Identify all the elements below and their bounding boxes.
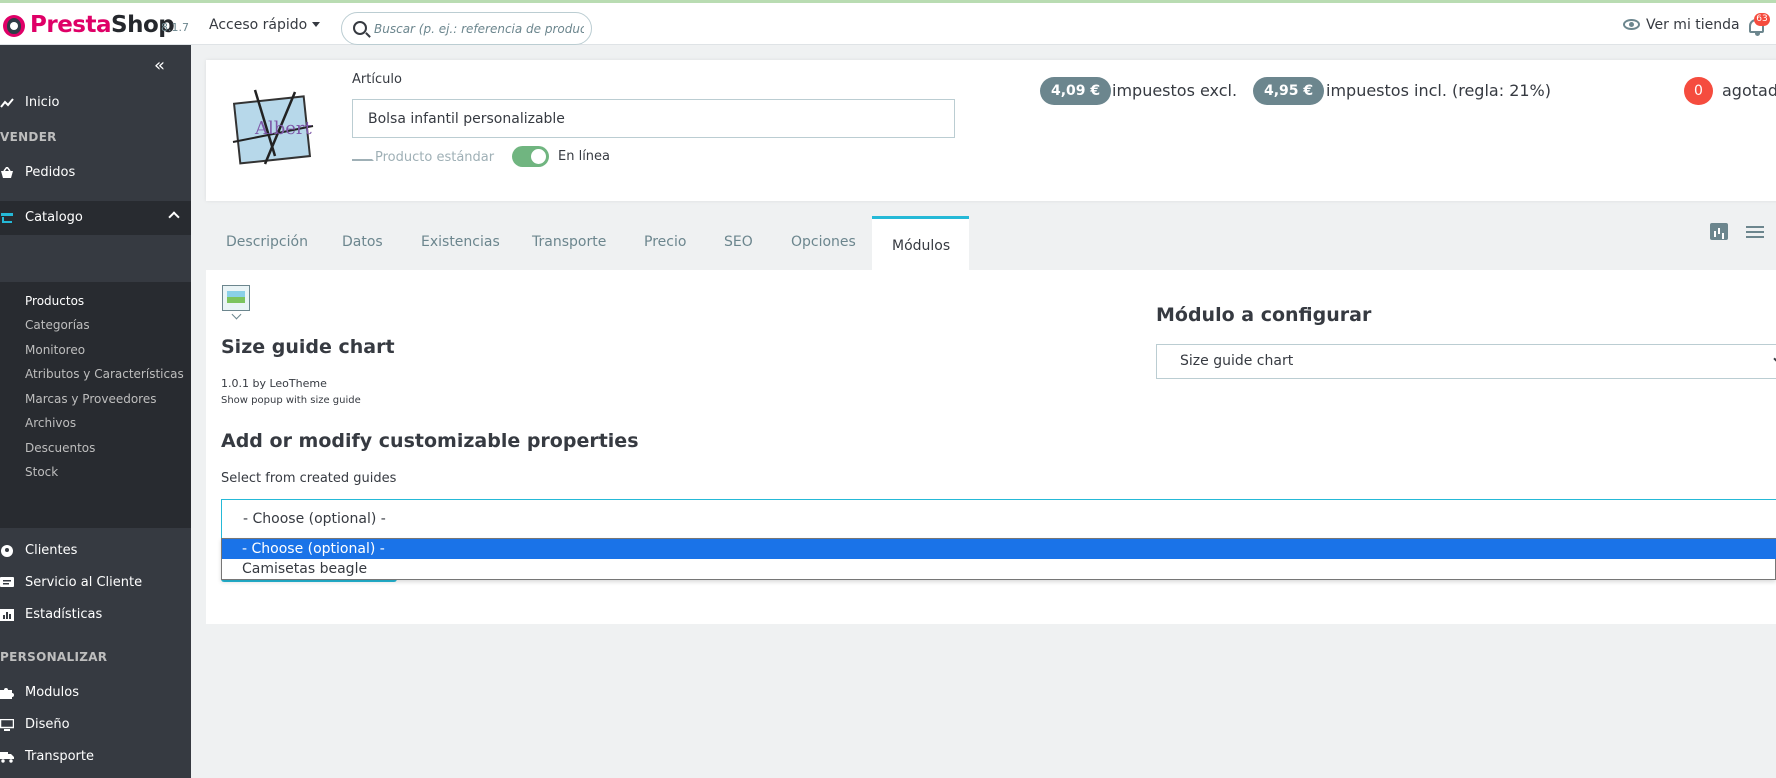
tab-modulos-label: Módulos: [892, 238, 951, 254]
view-shop-label: Ver mi tienda: [1646, 17, 1740, 33]
user-circle-icon: [1, 545, 13, 557]
configure-module-title: Módulo a configurar: [1156, 304, 1372, 326]
sidebar-item-diseno[interactable]: Diseño: [0, 710, 191, 740]
option-choose[interactable]: - Choose (optional) -: [222, 539, 1776, 559]
sidebar-item-servicio[interactable]: Servicio al Cliente: [0, 568, 191, 598]
sidebar-item-label: Servicio al Cliente: [25, 575, 143, 590]
sidebar-item-label: Clientes: [25, 543, 78, 558]
configure-module-value: Size guide chart: [1180, 353, 1294, 369]
sidebar-item-label: Catalogo: [25, 210, 83, 225]
sidebar-item-label: Transporte: [25, 749, 94, 764]
eye-icon: [1623, 19, 1640, 30]
caret-down-icon: [312, 22, 321, 27]
chart-icon[interactable]: [1710, 223, 1728, 240]
module-version: 1.0.1 by LeoTheme: [221, 377, 327, 390]
product-type-label: Producto estándar: [375, 150, 495, 165]
top-bar: PrestaShop 8.1.7 Acceso rápido Ver mi ti…: [0, 0, 1776, 45]
sidebar-item-label: Pedidos: [25, 165, 76, 180]
tab-opciones[interactable]: Opciones: [791, 234, 856, 250]
sidebar-item-label: Modulos: [25, 685, 79, 700]
sidebar-item-label: Inicio: [25, 95, 60, 110]
price-excl-label: impuestos excl.: [1112, 81, 1238, 100]
sidebar-item-estadisticas[interactable]: Estadísticas: [0, 600, 191, 630]
stock-badge: 0: [1684, 77, 1713, 105]
tab-precio[interactable]: Precio: [644, 234, 686, 250]
search-box[interactable]: [341, 12, 592, 45]
guide-select[interactable]: - Choose (optional) -: [221, 499, 1776, 539]
catalog-submenu: Productos Categorías Monitoreo Atributos…: [0, 282, 191, 528]
stock-label: agotad: [1722, 81, 1776, 100]
add-properties-title: Add or modify customizable properties: [221, 430, 639, 452]
submenu-item-monitoreo[interactable]: Monitoreo: [25, 343, 85, 357]
submenu-item-descuentos[interactable]: Descuentos: [25, 441, 95, 455]
product-type[interactable]: Producto estándar: [352, 149, 494, 165]
truck-icon: [0, 752, 14, 763]
submenu-item-productos[interactable]: Productos: [25, 294, 84, 308]
version-label: 8.1.7: [161, 21, 189, 34]
section-vender: VENDER: [0, 130, 57, 144]
select-guides-label: Select from created guides: [221, 471, 397, 486]
basket-icon: [1, 167, 13, 178]
submenu-item-stock[interactable]: Stock: [25, 465, 58, 479]
sidebar-item-transporte[interactable]: Transporte: [0, 742, 191, 772]
list-icon[interactable]: [1746, 226, 1764, 238]
chat-icon: [0, 577, 14, 587]
prestashop-logo-icon[interactable]: [3, 15, 25, 37]
tab-seo[interactable]: SEO: [724, 234, 753, 250]
sidebar-item-catalogo[interactable]: Catalogo: [0, 201, 191, 235]
tab-modulos[interactable]: Módulos: [872, 216, 969, 270]
quick-access-label: Acceso rápido: [209, 17, 308, 33]
hanger-icon: [352, 149, 372, 161]
submenu-item-marcas[interactable]: Marcas y Proveedores: [25, 392, 156, 406]
price-incl-badge: 4,95 €: [1253, 77, 1325, 105]
sidebar-item-pedidos[interactable]: Pedidos: [0, 158, 191, 188]
store-icon: [1, 213, 13, 223]
section-personalizar: PERSONALIZAR: [0, 650, 108, 664]
monitor-icon: [0, 719, 14, 731]
sidebar: « Inicio VENDER Pedidos Catalogo Product…: [0, 45, 191, 778]
search-input[interactable]: [374, 19, 584, 39]
notification-badge: 63: [1754, 13, 1770, 26]
online-label: En línea: [558, 149, 611, 164]
configure-module-select[interactable]: Size guide chart: [1156, 344, 1776, 379]
online-toggle[interactable]: [512, 146, 549, 167]
prestashop-logo[interactable]: PrestaShop: [30, 12, 175, 38]
option-camisetas-beagle[interactable]: Camisetas beagle: [222, 559, 1776, 579]
sidebar-item-label: Estadísticas: [25, 607, 103, 622]
price-incl-label: impuestos incl. (regla: 21%): [1326, 81, 1551, 100]
submenu-item-categorias[interactable]: Categorías: [25, 318, 90, 332]
module-description: Show popup with size guide: [221, 395, 361, 406]
trending-icon: [0, 98, 14, 108]
sidebar-item-clientes[interactable]: Clientes: [0, 536, 191, 566]
tab-transporte[interactable]: Transporte: [532, 234, 606, 250]
article-label: Artículo: [352, 72, 402, 87]
logo-text-part1: Presta: [30, 12, 112, 38]
submenu-item-atributos[interactable]: Atributos y Características: [25, 367, 184, 381]
view-shop-link[interactable]: Ver mi tienda: [1623, 17, 1740, 33]
tab-descripcion[interactable]: Descripción: [226, 234, 308, 250]
submenu-item-archivos[interactable]: Archivos: [25, 416, 76, 430]
price-excl-badge: 4,09 €: [1040, 77, 1112, 105]
bar-chart-icon: [0, 609, 14, 621]
search-icon[interactable]: [353, 21, 367, 35]
quick-access-dropdown[interactable]: Acceso rápido: [209, 17, 321, 33]
product-thumbnail[interactable]: Albert: [225, 86, 317, 170]
tab-datos[interactable]: Datos: [342, 234, 383, 250]
thumbnail-text: Albert: [254, 118, 313, 139]
chevron-up-icon: [168, 211, 180, 223]
product-header-card: Albert Artículo Producto estándar En lín…: [206, 60, 1776, 201]
sidebar-item-modulos[interactable]: Modulos: [0, 678, 191, 708]
module-image-icon: [222, 285, 250, 311]
puzzle-icon: [0, 688, 14, 699]
sidebar-item-label: Diseño: [25, 717, 70, 732]
module-title: Size guide chart: [221, 336, 395, 358]
sidebar-item-inicio[interactable]: Inicio: [0, 88, 191, 118]
collapse-sidebar-icon[interactable]: «: [154, 55, 165, 76]
guide-options-list: - Choose (optional) - Camisetas beagle: [221, 538, 1776, 580]
product-name-input[interactable]: [352, 99, 955, 138]
tab-existencias[interactable]: Existencias: [421, 234, 500, 250]
